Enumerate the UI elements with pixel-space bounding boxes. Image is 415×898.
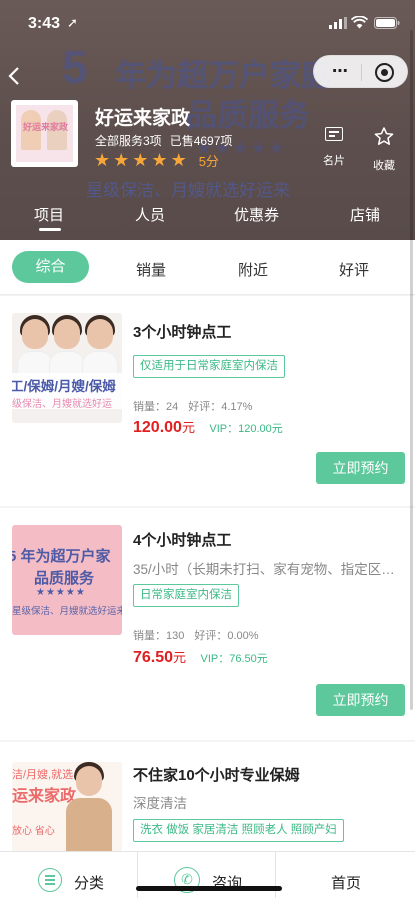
business-card-label: 名片 bbox=[323, 155, 345, 167]
shop-stats: 全部服务3项 已售4697项 bbox=[95, 132, 240, 149]
product-image-subtext: 放心 省心 bbox=[12, 826, 55, 837]
star-icon: ★ bbox=[151, 150, 168, 170]
category-label: 分类 bbox=[74, 875, 105, 892]
home-label: 首页 bbox=[331, 875, 362, 892]
tab-projects[interactable]: 项目 bbox=[34, 204, 64, 225]
product-image-text-2: 运来家政 bbox=[12, 788, 77, 805]
product-sales-info: 销量：130 好评：0.00% bbox=[133, 627, 269, 643]
chevron-left-icon bbox=[8, 67, 19, 85]
active-tab-indicator bbox=[39, 228, 61, 231]
price-unit: 元 bbox=[173, 650, 187, 665]
filter-rating[interactable]: 好评 bbox=[339, 259, 369, 280]
product-list: 工/保姆/月嫂/保姆 级保洁、月嫂就选好运 3个小时钟点工 仅适用于日常家庭室内… bbox=[0, 296, 415, 851]
book-now-button[interactable]: 立即预约 bbox=[316, 452, 405, 484]
product-tag: 日常家庭室内保洁 bbox=[133, 584, 239, 607]
product-subtitle: 35/小时（长期未打扫、家有宠物、指定区域保洁） bbox=[133, 562, 403, 577]
sales-count: 销量：24 bbox=[133, 401, 179, 413]
tab-store[interactable]: 店铺 bbox=[350, 204, 380, 225]
product-tag: 仅适用于日常家庭室内保洁 bbox=[133, 355, 285, 378]
product-title: 4个小时钟点工 bbox=[133, 532, 232, 549]
shop-header: 5 年为超万户家庭 品质服务 ★★★★★ 星级保洁、月嫂就选好运来 3:43 ➚… bbox=[0, 0, 415, 240]
vip-price: VIP：120.00元 bbox=[209, 423, 283, 435]
product-image-text: 洁/月嫂,就选 bbox=[12, 769, 74, 781]
status-time: 3:43 bbox=[28, 15, 61, 32]
status-bar: 3:43 ➚ bbox=[0, 0, 415, 40]
product-card[interactable]: 洁/月嫂,就选 运来家政 放心 省心 不住家10个小时专业保姆 深度清洁 洗衣 … bbox=[0, 742, 415, 851]
filter-sales[interactable]: 销量 bbox=[136, 259, 166, 280]
wifi-icon bbox=[351, 16, 368, 29]
home-button[interactable]: 首页 bbox=[277, 852, 415, 898]
scrollbar[interactable] bbox=[410, 30, 413, 710]
home-indicator bbox=[136, 886, 282, 891]
product-price: 76.50元 VIP：76.50元 bbox=[133, 647, 268, 667]
filter-comprehensive[interactable]: 综合 bbox=[12, 251, 89, 283]
book-now-button[interactable]: 立即预约 bbox=[316, 684, 405, 716]
price-unit: 元 bbox=[181, 420, 195, 435]
category-button[interactable]: 分类 bbox=[0, 852, 138, 898]
back-button[interactable] bbox=[8, 66, 28, 88]
capsule-divider bbox=[361, 64, 362, 81]
price-value: 76.50 bbox=[133, 649, 174, 666]
cellular-signal-icon bbox=[329, 17, 347, 29]
miniprogram-capsule: ⋯ bbox=[313, 55, 408, 88]
banner-line-2: 品质服务 bbox=[186, 98, 310, 133]
vip-price: VIP：76.50元 bbox=[200, 653, 268, 665]
product-image-text-2: 品质服务 bbox=[34, 570, 95, 587]
tab-staff[interactable]: 人员 bbox=[135, 204, 165, 225]
rating-percent: 好评：0.00% bbox=[194, 630, 259, 642]
rating-score: 5分 bbox=[198, 153, 219, 169]
business-card-button[interactable]: 名片 bbox=[312, 127, 356, 168]
rating-percent: 好评：4.17% bbox=[188, 401, 253, 413]
banner-big-number: 5 bbox=[62, 41, 89, 93]
product-image: 工/保姆/月嫂/保姆 级保洁、月嫂就选好运 bbox=[12, 313, 122, 423]
menu-icon bbox=[38, 868, 62, 892]
location-arrow-icon: ➚ bbox=[67, 15, 78, 30]
favorite-label: 收藏 bbox=[373, 160, 395, 172]
filter-nearby[interactable]: 附近 bbox=[238, 259, 268, 280]
favorite-button[interactable]: 收藏 bbox=[362, 127, 406, 173]
star-icon: ★ bbox=[132, 150, 149, 170]
product-title: 3个小时钟点工 bbox=[133, 324, 232, 341]
sold-count: 已售4697项 bbox=[169, 134, 233, 148]
sales-count: 销量：130 bbox=[133, 630, 185, 642]
product-image-subtext: 级保洁、月嫂就选好运 bbox=[12, 399, 112, 410]
product-title: 不住家10个小时专业保姆 bbox=[133, 767, 300, 784]
shop-logo-text: 好运来家政 bbox=[23, 122, 69, 132]
shop-logo: 好运来家政 bbox=[11, 100, 78, 167]
product-image-text: 5 年为超万户家 bbox=[12, 548, 111, 565]
product-card[interactable]: 5 年为超万户家 品质服务 ★★★★★ 星级保洁、月嫂就选好运来 4个小时钟点工… bbox=[0, 508, 415, 740]
product-tag: 洗衣 做饭 家居清洁 照顾老人 照顾产妇 bbox=[133, 819, 344, 842]
more-options-icon[interactable]: ⋯ bbox=[332, 64, 348, 80]
product-image-subtext: 星级保洁、月嫂就选好运来 bbox=[12, 606, 122, 617]
consult-button[interactable]: ✆ 咨询 bbox=[138, 852, 276, 898]
star-icon: ★ bbox=[94, 150, 111, 170]
product-image: 5 年为超万户家 品质服务 ★★★★★ 星级保洁、月嫂就选好运来 bbox=[12, 525, 122, 635]
service-count: 全部服务3项 bbox=[95, 134, 162, 148]
product-price: 120.00元 VIP：120.00元 bbox=[133, 417, 283, 437]
star-icon: ★ bbox=[113, 150, 130, 170]
product-sales-info: 销量：24 好评：4.17% bbox=[133, 398, 262, 414]
business-card-icon bbox=[325, 127, 343, 141]
star-outline-icon bbox=[374, 127, 394, 145]
star-icon: ★ bbox=[170, 150, 187, 170]
shop-name: 好运来家政 bbox=[95, 108, 191, 129]
sort-filter-bar: 综合 销量 附近 好评 bbox=[0, 240, 415, 295]
shop-rating: ★ ★ ★ ★ ★ 5分 bbox=[94, 150, 219, 170]
banner-line-1: 年为超万户家庭 bbox=[115, 58, 332, 93]
product-image-stars: ★★★★★ bbox=[36, 587, 86, 598]
battery-icon bbox=[374, 17, 400, 29]
tab-coupons[interactable]: 优惠券 bbox=[234, 204, 279, 225]
product-subtitle: 深度清洁 bbox=[133, 796, 187, 811]
product-image: 洁/月嫂,就选 运来家政 放心 省心 bbox=[12, 762, 122, 851]
shop-tabs: 项目 人员 优惠券 店铺 bbox=[0, 198, 415, 240]
product-card[interactable]: 工/保姆/月嫂/保姆 级保洁、月嫂就选好运 3个小时钟点工 仅适用于日常家庭室内… bbox=[0, 296, 415, 506]
price-value: 120.00 bbox=[133, 419, 182, 436]
product-image-text: 工/保姆/月嫂/保姆 bbox=[12, 379, 116, 394]
close-miniprogram-icon[interactable] bbox=[375, 63, 394, 82]
